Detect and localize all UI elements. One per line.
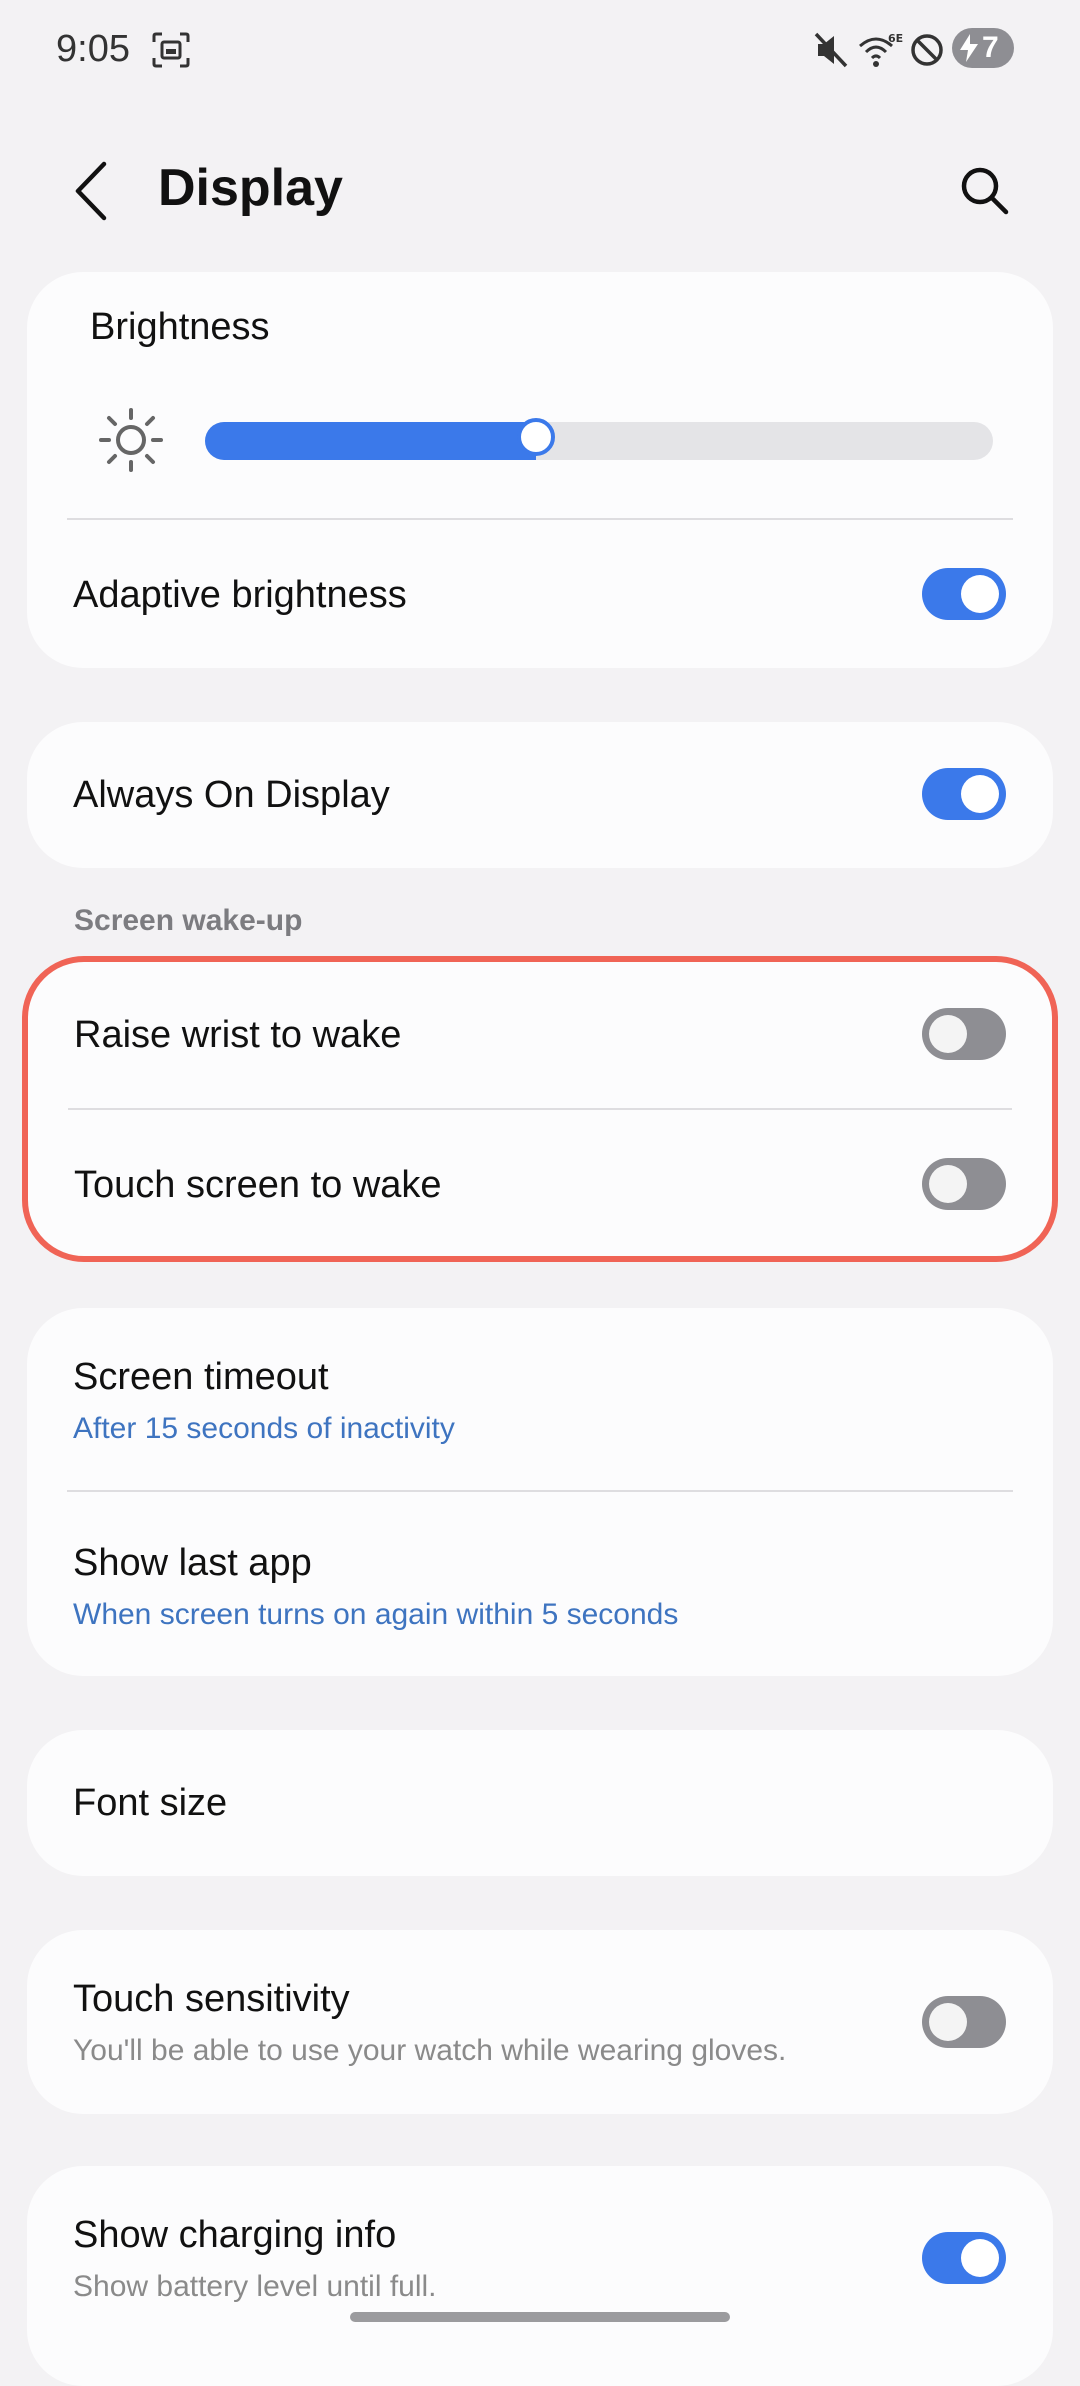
screenshot-icon xyxy=(152,32,190,68)
show-charging-info-description: Show battery level until full. xyxy=(73,2270,437,2303)
page-title: Display xyxy=(158,159,343,217)
touch-sensitivity-card[interactable]: Touch sensitivity You'll be able to use … xyxy=(27,1930,1053,2114)
svg-text:6E: 6E xyxy=(888,32,903,45)
touch-sensitivity-toggle[interactable] xyxy=(922,1996,1006,2048)
search-icon[interactable] xyxy=(956,162,1012,218)
sun-icon xyxy=(99,408,163,472)
mute-icon xyxy=(814,32,848,68)
toggle-knob xyxy=(929,1165,967,1203)
battery-level: 7 xyxy=(982,31,999,64)
divider xyxy=(68,1108,1012,1110)
always-on-display-card[interactable]: Always On Display xyxy=(27,722,1053,868)
do-not-disturb-icon xyxy=(911,34,943,66)
show-last-app-value: When screen turns on again within 5 seco… xyxy=(73,1598,679,1631)
touch-screen-wake-label: Touch screen to wake xyxy=(74,1164,442,1206)
raise-wrist-label: Raise wrist to wake xyxy=(74,1014,402,1056)
brightness-label: Brightness xyxy=(90,306,270,348)
touch-screen-wake-toggle[interactable] xyxy=(922,1158,1006,1210)
screen-timeout-row[interactable]: Screen timeout After 15 seconds of inact… xyxy=(27,1308,1053,1490)
touch-sensitivity-description: You'll be able to use your watch while w… xyxy=(73,2034,787,2067)
always-on-display-label: Always On Display xyxy=(73,774,390,816)
wifi-6e-icon: 6E xyxy=(859,32,903,67)
brightness-card: Brightness Adaptive brightness xyxy=(27,272,1053,668)
raise-wrist-toggle[interactable] xyxy=(922,1008,1006,1060)
status-time: 9:05 xyxy=(56,28,130,70)
gesture-nav-bar[interactable] xyxy=(350,2312,730,2322)
battery-charging-icon: 7 xyxy=(952,28,1014,68)
toggle-knob xyxy=(961,775,999,813)
screen-timeout-label: Screen timeout xyxy=(73,1356,329,1398)
show-last-app-row[interactable]: Show last app When screen turns on again… xyxy=(27,1492,1053,1676)
brightness-slider-fill xyxy=(205,422,536,460)
toggle-knob xyxy=(929,2003,967,2041)
show-charging-info-label: Show charging info xyxy=(73,2214,397,2256)
section-label-screen-wakeup: Screen wake-up xyxy=(74,904,303,937)
font-size-card[interactable]: Font size xyxy=(27,1730,1053,1876)
toggle-knob xyxy=(961,2239,999,2277)
font-size-label: Font size xyxy=(73,1782,228,1824)
adaptive-brightness-label: Adaptive brightness xyxy=(73,574,407,616)
adaptive-brightness-toggle[interactable] xyxy=(922,568,1006,620)
back-arrow-icon[interactable] xyxy=(70,160,114,222)
toggle-knob xyxy=(929,1015,967,1053)
brightness-slider-thumb[interactable] xyxy=(516,418,555,456)
touch-sensitivity-label: Touch sensitivity xyxy=(73,1978,350,2020)
toggle-knob xyxy=(961,575,999,613)
charging-bolt-icon xyxy=(960,34,978,62)
brightness-slider[interactable] xyxy=(205,422,993,460)
screen-timeout-value: After 15 seconds of inactivity xyxy=(73,1412,455,1445)
show-last-app-label: Show last app xyxy=(73,1542,312,1584)
show-charging-info-toggle[interactable] xyxy=(922,2232,1006,2284)
timeout-card: Screen timeout After 15 seconds of inact… xyxy=(27,1308,1053,1676)
divider xyxy=(67,518,1013,520)
always-on-display-toggle[interactable] xyxy=(922,768,1006,820)
show-charging-info-card[interactable]: Show charging info Show battery level un… xyxy=(27,2166,1053,2386)
screen-wakeup-card: Raise wrist to wake Touch screen to wake xyxy=(22,956,1058,1262)
